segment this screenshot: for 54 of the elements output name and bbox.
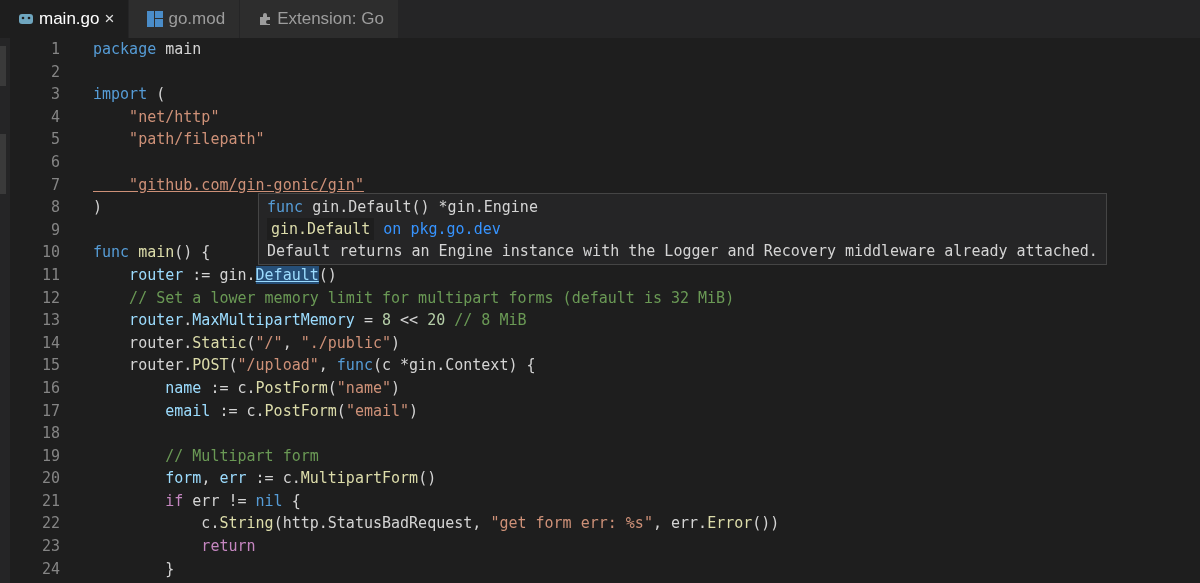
line-number: 10 [40,242,61,264]
line-number: 20 [40,468,61,490]
line-number: 1 [49,39,61,60]
code-line: // Set a lower memory limit for multipart forms (default is 32 MiB) [128,287,735,309]
code-line: return [200,536,256,558]
line-number: 24 [40,558,61,580]
code-line: func main() { [93,242,211,264]
code-line: router.MaxMultipartMemory = 8 << 20 // 8 MiB [128,310,527,332]
line-number: 2 [49,61,61,83]
line-number: 11 [40,264,61,286]
line-number: 4 [49,106,61,128]
line-number: 6 [49,151,61,173]
doc-description: Default returns an Engine instance with the Logger and Recovery middleware already attached. [267,242,1098,260]
code-line: "path/filepath" [128,129,265,151]
code-line: if err != nil { [164,490,301,512]
code-line: // Multipart form [164,445,319,467]
line-number: 18 [40,423,61,445]
line-number: 14 [40,332,61,354]
code-line: router.POST("/upload", func(c *gin.Context) { [128,355,536,377]
docs-link[interactable]: on pkg.go.dev [383,218,501,240]
line-number: 15 [40,355,61,377]
line-number: 17 [40,400,61,422]
code-line: import ( [93,84,166,106]
code-line: router.Static("/", "./public") [128,332,401,354]
code-line: router := gin.Default() [128,264,337,286]
line-number: 9 [49,219,61,241]
code-line: name := c.PostForm("name") [164,377,401,399]
editor-tab[interactable]: go.mod [129,0,241,38]
line-number: 7 [49,174,61,196]
editor-tab[interactable]: main.go × [0,0,130,38]
code-line: "net/http" [128,106,220,128]
function-signature: func gin.Default() *gin.Engine [267,198,538,216]
code-line: "github.com/gin-gonic/gin" [128,174,364,196]
line-number: 12 [40,287,61,309]
symbol-name: gin.Default [267,218,375,240]
line-number: 22 [40,513,61,535]
gopher-icon [18,13,34,25]
grid-icon [147,11,164,27]
code-line: package main [93,39,202,60]
code-line: c.String(http.StatusBadRequest, "get form err: %s", err.Error()) [200,513,780,535]
line-number: 3 [49,84,61,106]
code-line: email := c.PostForm("email") [164,400,419,422]
line-number: 19 [40,445,61,467]
line-number: 5 [49,129,61,151]
line-number: 16 [40,377,61,399]
close-icon[interactable]: × [104,9,115,29]
code-line: form, err := c.MultipartForm() [164,468,437,490]
code-line: } [164,558,175,580]
line-number: 21 [40,490,61,512]
line-number: 23 [40,536,61,558]
editor-tab[interactable]: Extension: Go [240,0,399,38]
puzzle-icon [258,12,273,26]
line-number: 8 [49,197,61,219]
line-number: 13 [40,310,61,332]
